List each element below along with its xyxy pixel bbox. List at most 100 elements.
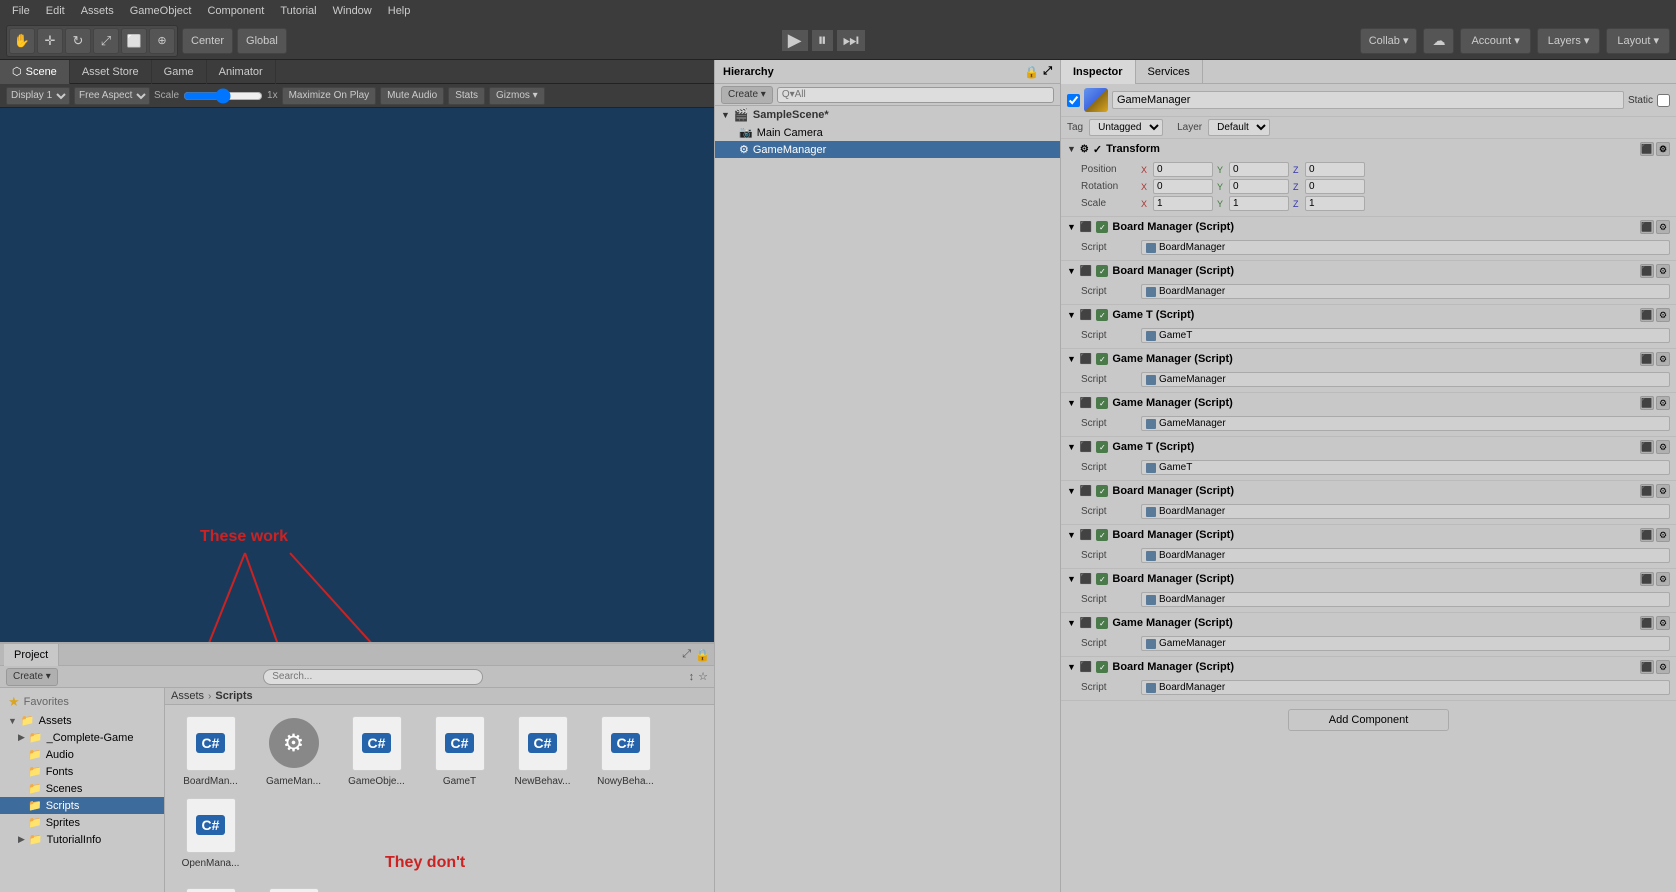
tab-animator[interactable]: Animator [207, 60, 276, 84]
menu-edit[interactable]: Edit [38, 3, 73, 19]
menu-window[interactable]: Window [325, 3, 380, 19]
hierarchy-item-gamemanager[interactable]: ⚙ GameManager [715, 141, 1060, 158]
component-9-header[interactable]: ▼ ⬛ ✓ Game Manager (Script) ⬛ ⚙ [1061, 613, 1676, 633]
sidebar-scenes[interactable]: 📁 Scenes [0, 780, 164, 797]
sidebar-tutorialinfo[interactable]: ▶ 📁 TutorialInfo [0, 831, 164, 848]
breadcrumb-assets[interactable]: Assets [171, 690, 204, 702]
scale-x[interactable] [1153, 196, 1213, 211]
transform-header[interactable]: ▼ ⚙ ✓ Transform ⬛ ⚙ [1061, 139, 1676, 159]
asset-newbehav[interactable]: C# NewBehav... [505, 713, 580, 787]
display-select[interactable]: Display 1 [6, 87, 70, 105]
rotate-tool[interactable]: ↻ [65, 28, 91, 54]
project-search[interactable] [263, 669, 483, 685]
scale-y[interactable] [1229, 196, 1289, 211]
global-button[interactable]: Global [237, 28, 287, 54]
gameobject-active[interactable] [1067, 94, 1080, 107]
position-x[interactable] [1153, 162, 1213, 177]
layers-button[interactable]: Layers ▾ [1537, 28, 1601, 54]
tab-asset-store[interactable]: Asset Store [70, 60, 152, 84]
breadcrumb-scripts[interactable]: Scripts [215, 690, 252, 702]
component-3-header[interactable]: ▼ ⬛ ✓ Game Manager (Script) ⬛ ⚙ [1061, 349, 1676, 369]
menu-help[interactable]: Help [380, 3, 419, 19]
asset-reallyman[interactable]: C# ReallyMan... [173, 885, 248, 892]
sidebar-audio[interactable]: 📁 Audio [0, 746, 164, 763]
hierarchy-search[interactable] [777, 87, 1054, 103]
asset-gameman[interactable]: ⚙ GameMan... [256, 713, 331, 787]
gizmos-btn[interactable]: Gizmos ▾ [489, 87, 545, 105]
tab-inspector[interactable]: Inspector [1061, 60, 1136, 84]
aspect-select[interactable]: Free Aspect [74, 87, 150, 105]
hierarchy-expand[interactable]: ⤢ [1043, 65, 1052, 78]
tab-project[interactable]: Project [4, 644, 59, 666]
component-10-header[interactable]: ▼ ⬛ ✓ Board Manager (Script) ⬛ ⚙ [1061, 657, 1676, 677]
scale-z[interactable] [1305, 196, 1365, 211]
play-button[interactable]: ▶ [782, 30, 808, 51]
sidebar-complete-game[interactable]: ▶ 📁 _Complete-Game [0, 729, 164, 746]
tab-services[interactable]: Services [1136, 60, 1203, 84]
hierarchy-lock[interactable]: 🔒 [1024, 65, 1039, 79]
gameobject-name[interactable] [1112, 91, 1624, 109]
transform-icon1[interactable]: ⬛ [1640, 142, 1654, 156]
hierarchy-create-btn[interactable]: Create ▾ [721, 86, 773, 104]
asset-nowybeha[interactable]: C# NowyBeha... [588, 713, 663, 787]
menu-assets[interactable]: Assets [73, 3, 122, 19]
sidebar-scripts[interactable]: 📁 Scripts [0, 797, 164, 814]
step-button[interactable]: ⏭ [837, 30, 865, 51]
component-5-header[interactable]: ▼ ⬛ ✓ Game T (Script) ⬛ ⚙ [1061, 437, 1676, 457]
asset-gameobje[interactable]: C# GameObje... [339, 713, 414, 787]
component-2-header[interactable]: ▼ ⬛ ✓ Game T (Script) ⬛ ⚙ [1061, 305, 1676, 325]
asset-openmana[interactable]: C# OpenMana... [173, 795, 248, 869]
layout-button[interactable]: Layout ▾ [1606, 28, 1670, 54]
rotation-x[interactable] [1153, 179, 1213, 194]
tab-game[interactable]: Game [152, 60, 207, 84]
asset-gamet[interactable]: C# GameT [422, 713, 497, 787]
component-4-header[interactable]: ▼ ⬛ ✓ Game Manager (Script) ⬛ ⚙ [1061, 393, 1676, 413]
tab-scene[interactable]: ⬡ Scene [0, 60, 70, 84]
component-6-header[interactable]: ▼ ⬛ ✓ Board Manager (Script) ⬛ ⚙ [1061, 481, 1676, 501]
mute-btn[interactable]: Mute Audio [380, 87, 444, 105]
sidebar-assets[interactable]: ▼ 📁 Assets [0, 712, 164, 729]
static-checkbox[interactable] [1657, 94, 1670, 107]
maximize-btn[interactable]: Maximize On Play [282, 87, 377, 105]
component-1-header[interactable]: ▼ ⬛ ✓ Board Manager (Script) ⬛ ⚙ [1061, 261, 1676, 281]
center-button[interactable]: Center [182, 28, 233, 54]
add-component-btn[interactable]: Add Component [1288, 709, 1450, 731]
sidebar-sprites[interactable]: 📁 Sprites [0, 814, 164, 831]
account-button[interactable]: Account ▾ [1460, 28, 1530, 54]
menu-component[interactable]: Component [199, 3, 272, 19]
sidebar-fonts[interactable]: 📁 Fonts [0, 763, 164, 780]
create-btn[interactable]: Create ▾ [6, 668, 58, 686]
position-z[interactable] [1305, 162, 1365, 177]
filter-icon[interactable]: ☆ [698, 670, 708, 683]
component-0-header[interactable]: ▼ ⬛ ✓ Board Manager (Script) ⬛ ⚙ [1061, 217, 1676, 237]
project-panel: Project ⤢ 🔒 Create ▾ ↕ ☆ [0, 642, 714, 892]
component-7-header[interactable]: ▼ ⬛ ✓ Board Manager (Script) ⬛ ⚙ [1061, 525, 1676, 545]
scale-slider[interactable] [183, 89, 263, 103]
hierarchy-item-camera[interactable]: 📷 Main Camera [715, 124, 1060, 141]
sort-icon[interactable]: ↕ [689, 671, 695, 683]
hand-tool[interactable]: ✋ [9, 28, 35, 54]
menu-file[interactable]: File [4, 3, 38, 19]
layer-select[interactable]: Default [1208, 119, 1270, 136]
stats-btn[interactable]: Stats [448, 87, 485, 105]
position-y[interactable] [1229, 162, 1289, 177]
move-tool[interactable]: ✛ [37, 28, 63, 54]
component-8-header[interactable]: ▼ ⬛ ✓ Board Manager (Script) ⬛ ⚙ [1061, 569, 1676, 589]
asset-boardman[interactable]: C# BoardMan... [173, 713, 248, 787]
lock-icon[interactable]: 🔒 [695, 648, 710, 662]
pause-button[interactable]: ⏸ [812, 30, 833, 51]
combined-tool[interactable]: ⊕ [149, 28, 175, 54]
rect-tool[interactable]: ⬜ [121, 28, 147, 54]
expand-icon[interactable]: ⤢ [682, 648, 691, 661]
scale-tool[interactable]: ⤢ [93, 28, 119, 54]
cloud-button[interactable]: ☁ [1423, 28, 1454, 54]
hierarchy-scene[interactable]: ▼ 🎬 SampleScene* [715, 106, 1060, 124]
rotation-y[interactable] [1229, 179, 1289, 194]
transform-icon2[interactable]: ⚙ [1656, 142, 1670, 156]
collab-button[interactable]: Collab ▾ [1360, 28, 1418, 54]
menu-gameobject[interactable]: GameObject [122, 3, 200, 19]
asset-whatiswr[interactable]: C# WhatIsWr... [256, 885, 331, 892]
tag-select[interactable]: Untagged [1089, 119, 1163, 136]
menu-tutorial[interactable]: Tutorial [272, 3, 324, 19]
rotation-z[interactable] [1305, 179, 1365, 194]
